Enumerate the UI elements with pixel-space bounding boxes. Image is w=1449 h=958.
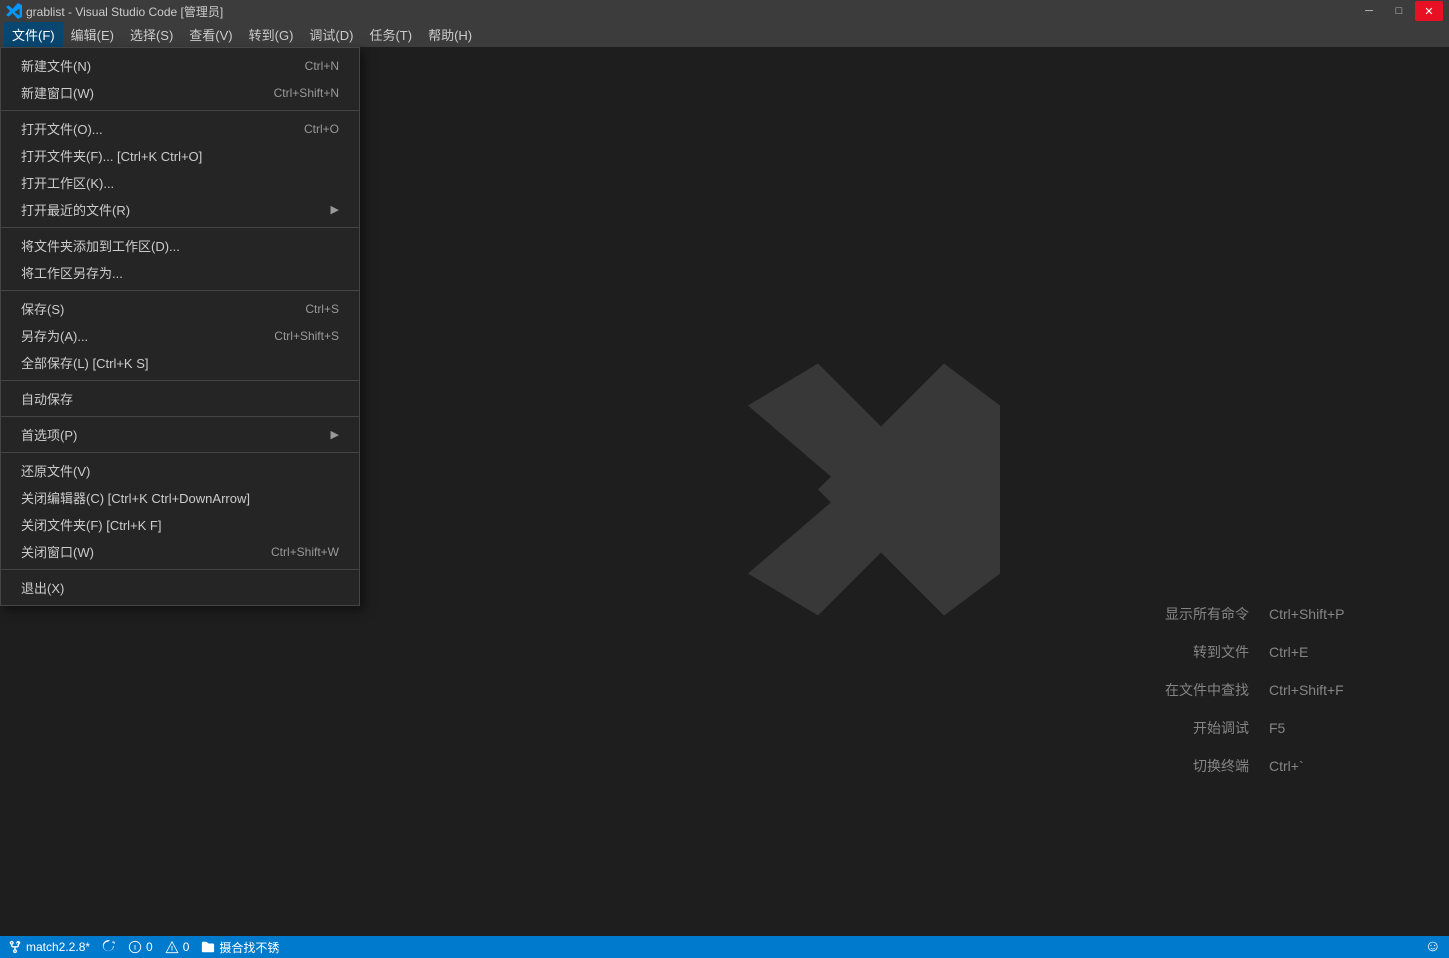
shortcut-hint-find-in-files: 在文件中查找 Ctrl+Shift+F xyxy=(1165,680,1369,700)
shortcut-hint-goto-file: 转到文件 Ctrl+E xyxy=(1165,642,1369,662)
menu-save-as[interactable]: 另存为(A)... Ctrl+Shift+S xyxy=(1,322,359,349)
menu-bar: 文件(F) 编辑(E) 选择(S) 查看(V) 转到(G) 调试(D) 任务(T… xyxy=(0,22,1449,47)
feedback-button[interactable]: ☺ xyxy=(1425,938,1441,956)
status-warnings[interactable]: 0 xyxy=(165,940,190,954)
menu-open-recent[interactable]: 打开最近的文件(R) ▶ xyxy=(1,196,359,223)
vscode-logo xyxy=(734,349,1014,634)
menu-file[interactable]: 文件(F) xyxy=(4,22,63,47)
menu-new-file[interactable]: 新建文件(N) Ctrl+N xyxy=(1,52,359,79)
separator-2 xyxy=(1,227,359,228)
menu-auto-save[interactable]: 自动保存 xyxy=(1,385,359,412)
status-branch[interactable]: match2.2.8* xyxy=(8,940,90,954)
status-sync[interactable] xyxy=(102,940,116,954)
shortcut-hint-terminal: 切换终端 Ctrl+` xyxy=(1165,756,1369,776)
menu-open-file[interactable]: 打开文件(O)... Ctrl+O xyxy=(1,115,359,142)
status-errors[interactable]: 0 xyxy=(128,940,153,954)
menu-select[interactable]: 选择(S) xyxy=(122,22,181,47)
title-bar-controls: ─ □ ✕ xyxy=(1355,1,1443,21)
menu-add-folder[interactable]: 将文件夹添加到工作区(D)... xyxy=(1,232,359,259)
menu-open-workspace[interactable]: 打开工作区(K)... xyxy=(1,169,359,196)
file-dropdown-menu: 新建文件(N) Ctrl+N 新建窗口(W) Ctrl+Shift+N 打开文件… xyxy=(0,47,360,606)
minimize-button[interactable]: ─ xyxy=(1355,1,1383,21)
folder-icon xyxy=(201,940,215,954)
separator-3 xyxy=(1,290,359,291)
error-count: 0 xyxy=(146,940,153,954)
warning-count: 0 xyxy=(183,940,190,954)
menu-view[interactable]: 查看(V) xyxy=(181,22,240,47)
shortcut-hint-debug: 开始调试 F5 xyxy=(1165,718,1369,738)
error-icon xyxy=(128,940,142,954)
title-bar-text: grablist - Visual Studio Code [管理员] xyxy=(26,3,223,20)
separator-5 xyxy=(1,416,359,417)
status-right: ☺ xyxy=(1425,938,1441,956)
menu-save-all[interactable]: 全部保存(L) [Ctrl+K S] xyxy=(1,349,359,376)
warning-icon xyxy=(165,940,179,954)
menu-open-folder[interactable]: 打开文件夹(F)... [Ctrl+K Ctrl+O] xyxy=(1,142,359,169)
title-bar-left: grablist - Visual Studio Code [管理员] xyxy=(6,3,223,20)
menu-debug[interactable]: 调试(D) xyxy=(301,22,361,47)
menu-close-editor[interactable]: 关闭编辑器(C) [Ctrl+K Ctrl+DownArrow] xyxy=(1,484,359,511)
shortcuts-area: 显示所有命令 Ctrl+Shift+P 转到文件 Ctrl+E 在文件中查找 C… xyxy=(1165,604,1369,776)
menu-close-window[interactable]: 关闭窗口(W) Ctrl+Shift+W xyxy=(1,538,359,565)
folder-name: 摄合找不锈 xyxy=(219,939,279,956)
menu-close-folder[interactable]: 关闭文件夹(F) [Ctrl+K F] xyxy=(1,511,359,538)
menu-save-workspace-as[interactable]: 将工作区另存为... xyxy=(1,259,359,286)
vscode-icon xyxy=(6,3,22,19)
sync-icon xyxy=(102,940,116,954)
title-bar: grablist - Visual Studio Code [管理员] ─ □ … xyxy=(0,0,1449,22)
menu-new-window[interactable]: 新建窗口(W) Ctrl+Shift+N xyxy=(1,79,359,106)
git-branch-icon xyxy=(8,940,22,954)
menu-revert[interactable]: 还原文件(V) xyxy=(1,457,359,484)
close-button[interactable]: ✕ xyxy=(1415,1,1443,21)
separator-1 xyxy=(1,110,359,111)
separator-6 xyxy=(1,452,359,453)
branch-name: match2.2.8* xyxy=(26,940,90,954)
menu-tasks[interactable]: 任务(T) xyxy=(361,22,420,47)
status-folder[interactable]: 摄合找不锈 xyxy=(201,939,279,956)
separator-4 xyxy=(1,380,359,381)
shortcut-hint-commands: 显示所有命令 Ctrl+Shift+P xyxy=(1165,604,1369,624)
menu-edit[interactable]: 编辑(E) xyxy=(63,22,122,47)
menu-help[interactable]: 帮助(H) xyxy=(420,22,480,47)
maximize-button[interactable]: □ xyxy=(1385,1,1413,21)
menu-save[interactable]: 保存(S) Ctrl+S xyxy=(1,295,359,322)
menu-goto[interactable]: 转到(G) xyxy=(241,22,302,47)
status-bar: match2.2.8* 0 0 摄合找不锈 ☺ xyxy=(0,936,1449,958)
menu-preferences[interactable]: 首选项(P) ▶ xyxy=(1,421,359,448)
separator-7 xyxy=(1,569,359,570)
menu-exit[interactable]: 退出(X) xyxy=(1,574,359,601)
